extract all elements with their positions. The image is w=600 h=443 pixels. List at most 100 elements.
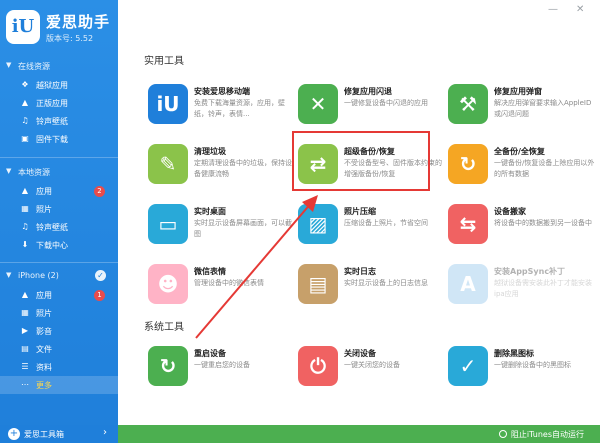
sidebar-item[interactable]: ❖ 越狱应用 (0, 76, 118, 94)
more-icon: ⋯ (21, 380, 29, 389)
tool-desc: 一键删除设备中的黑图标 (494, 361, 571, 369)
system-tool-tile[interactable]: ⏻ 关闭设备 一键关闭您的设备 (298, 346, 438, 406)
tool-desc: 一键关闭您的设备 (344, 361, 400, 369)
tool-desc: 定期清理设备中的垃圾，保持设备健康流畅 (194, 159, 292, 178)
sidebar-item[interactable]: ▲ 应用 2 (0, 182, 118, 200)
sidebar-section-label: 在线资源 (18, 62, 50, 71)
tool-name: 安装AppSync补丁 (494, 267, 566, 276)
tool-tile[interactable]: ☻ 微信表情 管理设备中的微信表情 (148, 264, 288, 324)
files-icon: ▤ (21, 344, 29, 353)
sidebar-item[interactable]: ▦ 照片 (0, 304, 118, 322)
sidebar-item[interactable]: ▣ 固件下载 (0, 130, 118, 148)
tool-name: 设备搬家 (494, 207, 526, 216)
count-badge: 1 (94, 290, 105, 301)
tool-tile[interactable]: ✎ 清理垃圾 定期清理设备中的垃圾，保持设备健康流畅 (148, 144, 292, 204)
section-title-system: 系统工具 (144, 322, 184, 333)
appsync-icon: A (448, 264, 488, 304)
sidebar-divider (0, 157, 118, 158)
sidebar: iU 爱思助手 版本号: 5.52 ▼ 在线资源 ❖ 越狱应用 ▲ 正版应用 ♫ 铃声壁纸 ▣ 固… (0, 0, 118, 443)
device-migrate-icon: ⇆ (448, 204, 488, 244)
collapse-icon: ▼ (6, 167, 12, 175)
tool-name: 照片压缩 (344, 207, 376, 216)
tool-desc: 一键备份/恢复设备上除应用以外的所有数据 (494, 159, 595, 178)
live-log-icon: ▤ (298, 264, 338, 304)
tool-tile[interactable]: ⚒ 修复应用弹窗 解决应用弹窗要求输入AppleID或闪退问题 (448, 84, 591, 144)
clean-junk-icon: ✎ (148, 144, 188, 184)
sidebar-item[interactable]: ⋯ 更多 (0, 376, 118, 394)
tool-tile[interactable]: A 安装AppSync补丁越狱设备需安装此补丁才能安装ipa应用 (448, 264, 592, 324)
sidebar-item-label: 资料 (36, 363, 52, 372)
tool-desc: 将设备中的数据搬到另一设备中 (494, 219, 592, 227)
tool-tile[interactable]: ▨ 照片压缩压缩设备上照片，节省空间 (298, 204, 438, 264)
sidebar-item-label: 固件下载 (36, 135, 68, 144)
sidebar-item[interactable]: ♫ 铃声壁纸 (0, 218, 118, 236)
media-icon: ▶ (21, 326, 29, 335)
brand: iU 爱思助手 版本号: 5.52 (6, 8, 114, 48)
tool-desc: 压缩设备上照片，节省空间 (344, 219, 428, 227)
sidebar-section-header[interactable]: ▼ 在线资源 (0, 58, 118, 74)
sidebar-item[interactable]: ⬇ 下载中心 (0, 236, 118, 254)
minimize-button[interactable]: — (548, 4, 558, 15)
sidebar-item-label: 应用 (36, 187, 52, 196)
count-badge: 2 (94, 186, 105, 197)
block-itunes-label: 阻止iTunes自动运行 (510, 430, 584, 439)
sidebar-item[interactable]: ▲ 正版应用 (0, 94, 118, 112)
tool-name: 实时日志 (344, 267, 376, 276)
system-tool-tile[interactable]: ✓ 删除黑图标 一键删除设备中的黑图标 (448, 346, 588, 406)
block-itunes-toggle[interactable]: 阻止iTunes自动运行 (498, 429, 584, 440)
tool-name: 微信表情 (194, 267, 226, 276)
system-tool-tile[interactable]: ↻ 重启设备 一键重启您的设备 (148, 346, 288, 406)
sidebar-item[interactable]: ▶ 影音 (0, 322, 118, 340)
bottom-bar: + 爱思工具箱 › 阻止iTunes自动运行 (0, 425, 600, 443)
ringtone-icon: ♫ (21, 222, 29, 231)
photo-compress-icon: ▨ (298, 204, 338, 244)
sidebar-item[interactable]: ▲ 应用 1 (0, 286, 118, 304)
tool-tile[interactable]: ▭ 实时桌面 实时显示设备屏幕画面，可以截图 (148, 204, 292, 264)
section-title-utilities: 实用工具 (144, 56, 184, 67)
sidebar-section-header[interactable]: ▼ 本地资源 (0, 164, 118, 180)
tool-name: 全备份/全恢复 (494, 147, 545, 156)
sidebar-item-label: 照片 (36, 309, 52, 318)
toolbox-icon: + (8, 428, 20, 440)
tool-desc: 管理设备中的微信表情 (194, 279, 264, 287)
jailbreak-icon: ❖ (21, 80, 29, 89)
sidebar-divider (0, 262, 118, 263)
tool-name: 安装爱思移动端 (194, 87, 250, 96)
tool-tile[interactable]: ↻ 全备份/全恢复一键备份/恢复设备上除应用以外的所有数据 (448, 144, 594, 204)
sidebar-item[interactable]: ♫ 铃声壁纸 (0, 112, 118, 130)
apps-icon: ▲ (21, 290, 29, 299)
sidebar-section-label: 本地资源 (18, 168, 50, 177)
tool-tile[interactable]: ⇆ 设备搬家将设备中的数据搬到另一设备中 (448, 204, 592, 264)
close-button[interactable]: ✕ (576, 4, 584, 15)
sidebar-item[interactable]: ▦ 照片 (0, 200, 118, 218)
toolbox-button[interactable]: + 爱思工具箱 › (0, 425, 118, 443)
sidebar-item-label: 文件 (36, 345, 52, 354)
sidebar-section-header[interactable]: ▼ iPhone (2) ✓ (0, 268, 118, 284)
delete-black-icon: ✓ (448, 346, 488, 386)
data-icon: ☰ (21, 362, 29, 371)
download-icon: ⬇ (21, 240, 29, 249)
sidebar-item-label: 照片 (36, 205, 52, 214)
restart-icon: ↻ (148, 346, 188, 386)
sidebar-item-label: 下载中心 (36, 241, 68, 250)
sidebar-section-label: iPhone (2) (18, 271, 59, 280)
full-backup-icon: ↻ (448, 144, 488, 184)
tool-desc: 越狱设备需安装此补丁才能安装ipa应用 (494, 279, 592, 298)
repair-popup-icon: ⚒ (448, 84, 488, 124)
tool-tile[interactable]: iU 安装爱思移动端 免费下载海量资源，应用，壁纸，铃声，表情... (148, 84, 288, 144)
tool-desc: 实时显示设备屏幕画面，可以截图 (194, 219, 292, 238)
tool-desc: 一键修复设备中闪退的应用 (344, 99, 428, 107)
app-version: 版本号: 5.52 (46, 34, 94, 43)
photos-icon: ▦ (21, 308, 29, 317)
sidebar-item[interactable]: ▤ 文件 (0, 340, 118, 358)
sidebar-item-label: 铃声壁纸 (36, 117, 68, 126)
sidebar-item-label: 应用 (36, 291, 52, 300)
tool-tile[interactable]: ▤ 实时日志 实时显示设备上的日志信息 (298, 264, 438, 324)
apps-icon: ▲ (21, 98, 29, 107)
app-title: 爱思助手 (46, 13, 111, 31)
app-logo: iU (6, 10, 40, 44)
tool-name: 实时桌面 (194, 207, 226, 216)
sidebar-item[interactable]: ☰ 资料 (0, 358, 118, 376)
sidebar-item-label: 正版应用 (36, 99, 68, 108)
tool-name: 修复应用弹窗 (494, 87, 542, 96)
